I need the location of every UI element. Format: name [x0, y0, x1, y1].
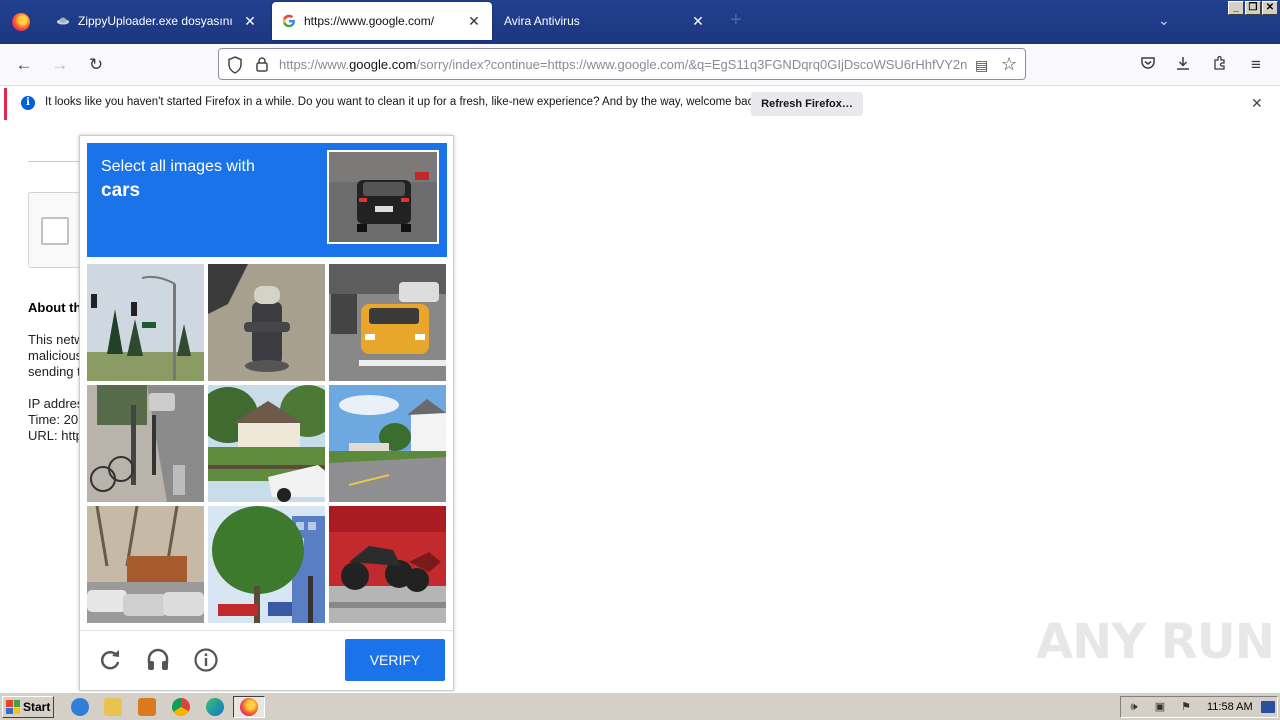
- back-arrow-icon[interactable]: ←: [13, 55, 35, 75]
- verify-button[interactable]: VERIFY: [345, 639, 445, 681]
- lock-icon[interactable]: [255, 56, 269, 72]
- url-text[interactable]: https://www.google.com/sorry/index?conti…: [279, 57, 969, 72]
- new-tab-button[interactable]: +: [730, 10, 742, 30]
- about-heading: About th: [28, 300, 82, 315]
- close-tab-icon[interactable]: ✕: [466, 13, 482, 30]
- flag-icon[interactable]: ⚑: [1179, 701, 1193, 713]
- zippy-icon: [56, 14, 70, 28]
- page-text-line: URL: http: [28, 428, 83, 443]
- internet-explorer-icon[interactable]: [71, 698, 89, 716]
- captcha-header: Select all images with cars: [87, 143, 447, 257]
- page-text-line: This netw: [28, 332, 84, 347]
- tile-sidewalk-bicycle[interactable]: [87, 385, 204, 502]
- tab-label: Avira Antivirus: [504, 14, 580, 28]
- url-prefix: https://www.: [279, 57, 350, 72]
- firefox-menu-button[interactable]: [0, 0, 42, 44]
- windows-logo-icon: [6, 700, 20, 714]
- reload-challenge-icon[interactable]: [97, 647, 123, 673]
- close-tab-icon[interactable]: ✕: [242, 13, 258, 30]
- page-text-line: sending t: [28, 364, 81, 379]
- notification-bar: i It looks like you haven't started Fire…: [4, 88, 1276, 120]
- tile-house-white-car[interactable]: [208, 385, 325, 502]
- network-icon[interactable]: ▣: [1153, 701, 1167, 713]
- refresh-firefox-button[interactable]: Refresh Firefox…: [751, 92, 863, 116]
- captcha-challenge: Select all images with cars VERIFY: [79, 135, 454, 691]
- tile-yellow-taxi[interactable]: [329, 264, 446, 381]
- speaker-icon[interactable]: 🕪: [1127, 701, 1141, 713]
- extensions-icon[interactable]: [1209, 55, 1231, 75]
- divider: [80, 630, 453, 631]
- watermark-logo: ANY RUN: [1036, 614, 1275, 670]
- close-icon[interactable]: ✕: [1251, 95, 1263, 112]
- recaptcha-checkbox[interactable]: [41, 217, 69, 245]
- audio-challenge-icon[interactable]: [145, 647, 171, 673]
- tile-fire-hydrant[interactable]: [208, 264, 325, 381]
- url-host: google.com: [349, 57, 417, 72]
- notification-text: It looks like you haven't started Firefo…: [45, 96, 763, 108]
- reader-view-icon[interactable]: ▤: [975, 57, 988, 74]
- tab-label: ZippyUploader.exe dosyasını indir: [78, 14, 236, 28]
- url-bar[interactable]: https://www.google.com/sorry/index?conti…: [218, 48, 1026, 80]
- tab-label: https://www.google.com/: [304, 14, 435, 28]
- page-text-line: malicious: [28, 348, 83, 363]
- image-grid: [87, 264, 447, 624]
- info-icon[interactable]: [193, 647, 219, 673]
- start-label: Start: [23, 700, 51, 714]
- page-text-line: IP addres: [28, 396, 84, 411]
- navigation-toolbar: ← → ↻ https://www.google.com/sorry/index…: [0, 44, 1280, 86]
- tile-traffic-light-trees[interactable]: [87, 264, 204, 381]
- media-player-icon[interactable]: [138, 698, 156, 716]
- show-desktop-icon[interactable]: [1261, 701, 1275, 713]
- hamburger-menu-icon[interactable]: ≡: [1245, 55, 1267, 75]
- reload-icon[interactable]: ↻: [85, 55, 107, 75]
- edge-icon[interactable]: [206, 698, 224, 716]
- downloads-icon[interactable]: [1172, 55, 1194, 75]
- system-tray: 🕪 ▣ ⚑ 11:58 AM: [1120, 696, 1278, 718]
- pocket-icon[interactable]: [1137, 55, 1159, 75]
- file-explorer-icon[interactable]: [104, 698, 122, 716]
- firefox-icon: [240, 698, 258, 716]
- clock: 11:58 AM: [1207, 701, 1253, 713]
- tile-motorcycles[interactable]: [329, 506, 446, 623]
- window-controls: _ ❐ ✕: [1228, 1, 1278, 15]
- captcha-target: cars: [101, 180, 141, 201]
- google-g-icon: [282, 14, 296, 28]
- forward-arrow-icon[interactable]: →: [49, 55, 71, 75]
- tab-google[interactable]: https://www.google.com/ ✕: [272, 2, 492, 40]
- restore-button[interactable]: ❐: [1245, 1, 1261, 15]
- chrome-icon[interactable]: [172, 698, 190, 716]
- tab-strip: ZippyUploader.exe dosyasını indir ✕ http…: [0, 0, 1280, 44]
- taskbar-firefox-button[interactable]: [233, 696, 265, 718]
- close-window-button[interactable]: ✕: [1262, 1, 1278, 15]
- taskbar: Start 🕪 ▣ ⚑ 11:58 AM: [0, 692, 1280, 720]
- shield-icon[interactable]: [227, 56, 243, 74]
- tile-tree-building[interactable]: [208, 506, 325, 623]
- tab-zippyuploader[interactable]: ZippyUploader.exe dosyasını indir ✕: [46, 2, 268, 40]
- tile-road-houses[interactable]: [329, 385, 446, 502]
- minimize-button[interactable]: _: [1228, 1, 1244, 15]
- tab-avira[interactable]: Avira Antivirus ✕: [494, 2, 716, 40]
- tile-parking-lot-cars[interactable]: [87, 506, 204, 623]
- url-path: /sorry/index?continue=https://www.google…: [416, 57, 968, 72]
- start-button[interactable]: Start: [2, 696, 54, 718]
- bookmark-star-icon[interactable]: ☆: [1001, 54, 1017, 75]
- firefox-logo-icon: [12, 13, 30, 31]
- captcha-instruction: Select all images with: [101, 158, 255, 175]
- info-icon: i: [21, 96, 35, 110]
- chevron-down-icon[interactable]: ⌄: [1158, 12, 1170, 29]
- page-text-line: Time: 20: [28, 412, 79, 427]
- sample-image: [327, 150, 439, 244]
- close-tab-icon[interactable]: ✕: [690, 13, 706, 30]
